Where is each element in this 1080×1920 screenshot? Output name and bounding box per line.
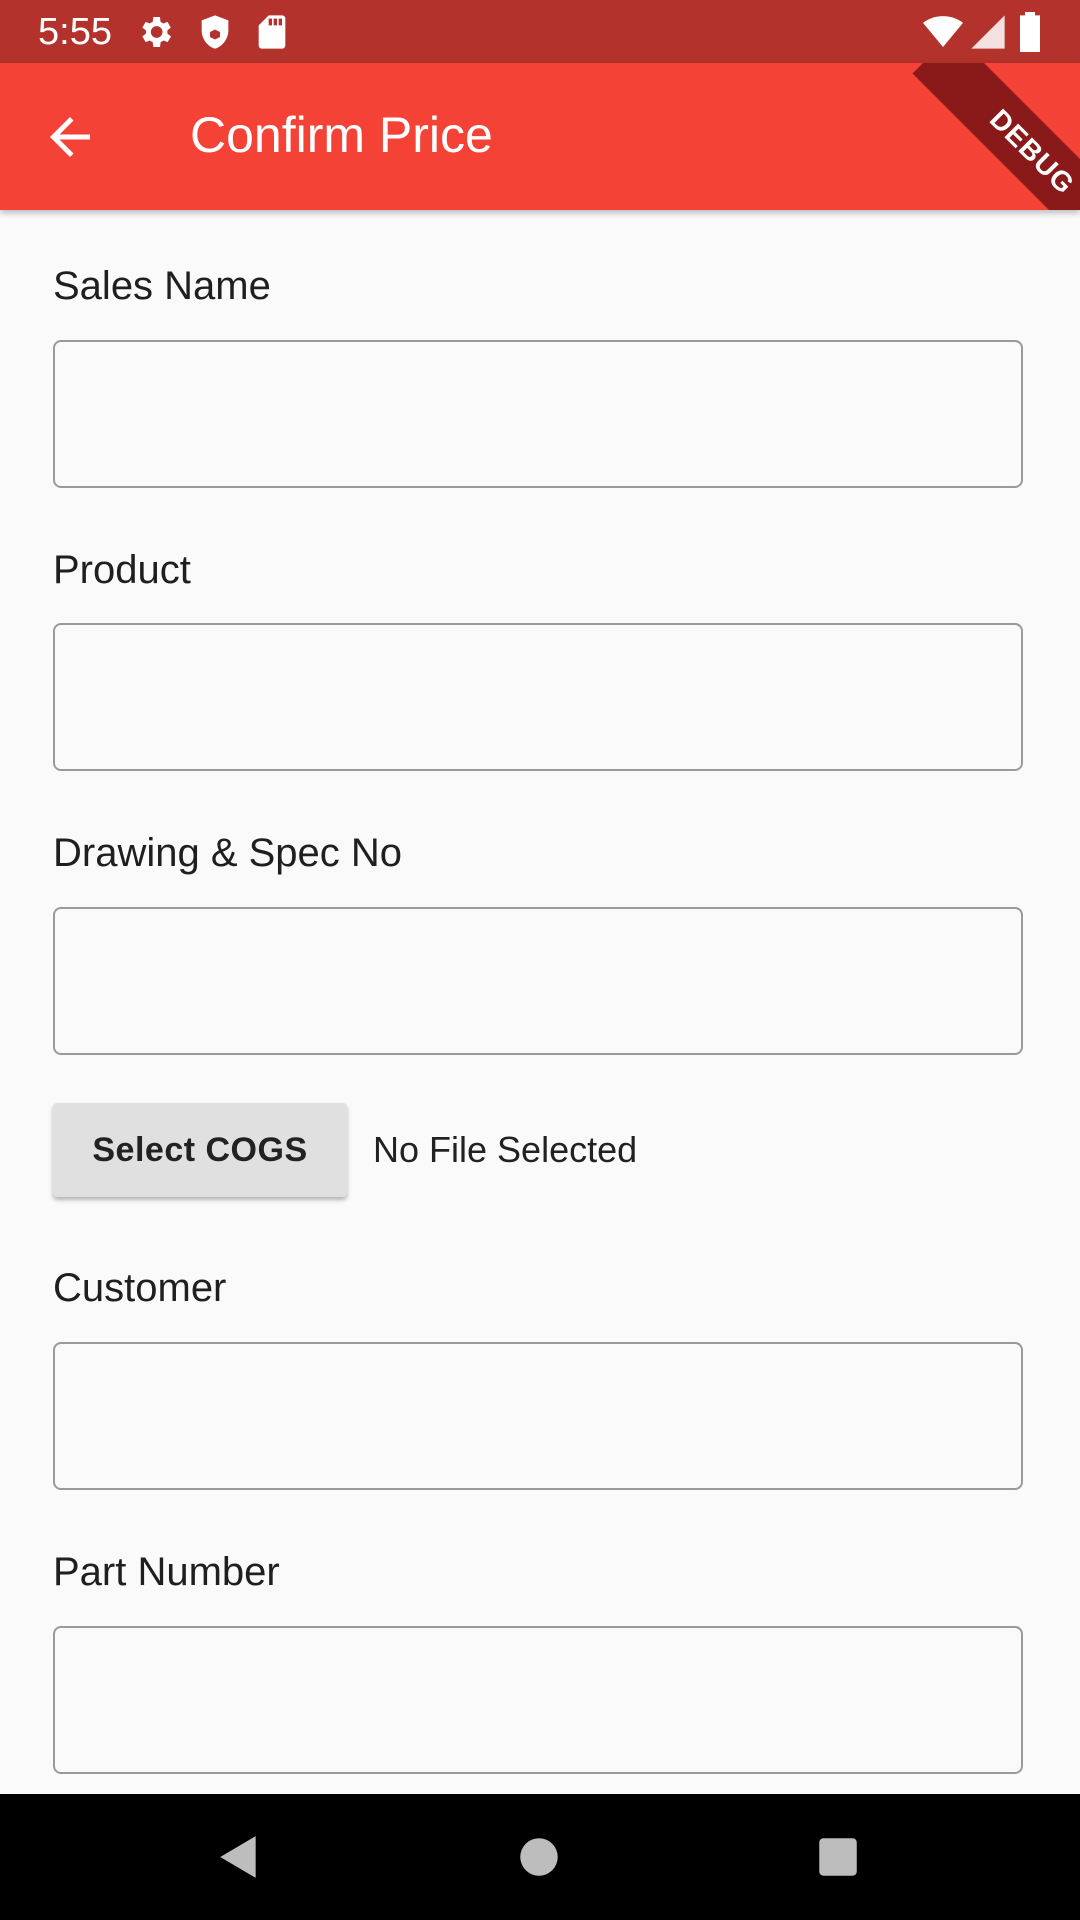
part-number-label: Part Number xyxy=(53,1550,280,1594)
drawing-spec-input[interactable] xyxy=(53,907,1023,1055)
file-status-text: No File Selected xyxy=(373,1129,638,1170)
debug-banner: DEBUG xyxy=(912,63,1080,210)
select-cogs-button[interactable]: Select COGS xyxy=(53,1103,347,1197)
app-bar: Confirm Price DEBUG xyxy=(0,63,1080,210)
settings-icon xyxy=(142,17,171,47)
arrow-back-icon[interactable] xyxy=(40,107,100,167)
battery-icon xyxy=(1020,12,1040,52)
wifi-icon xyxy=(923,16,963,47)
product-input[interactable] xyxy=(53,623,1023,771)
part-number-input[interactable] xyxy=(53,1626,1023,1774)
recents-square-icon[interactable] xyxy=(813,1832,863,1882)
nav-bar xyxy=(0,1794,1080,1920)
sales-name-input[interactable] xyxy=(53,340,1023,488)
customer-input[interactable] xyxy=(53,1342,1023,1490)
drawing-spec-label: Drawing & Spec No xyxy=(53,831,403,875)
product-label: Product xyxy=(53,548,191,592)
page-title: Confirm Price xyxy=(190,107,493,163)
sd-card-icon xyxy=(258,15,286,49)
status-bar: 5:55 xyxy=(0,0,1080,63)
customer-label: Customer xyxy=(53,1266,227,1310)
signal-icon xyxy=(971,15,1005,49)
shield-icon xyxy=(201,15,229,49)
back-triangle-icon[interactable] xyxy=(214,1832,264,1882)
home-circle-icon[interactable] xyxy=(514,1832,564,1882)
status-time: 5:55 xyxy=(38,11,112,53)
sales-name-label: Sales Name xyxy=(53,264,271,308)
